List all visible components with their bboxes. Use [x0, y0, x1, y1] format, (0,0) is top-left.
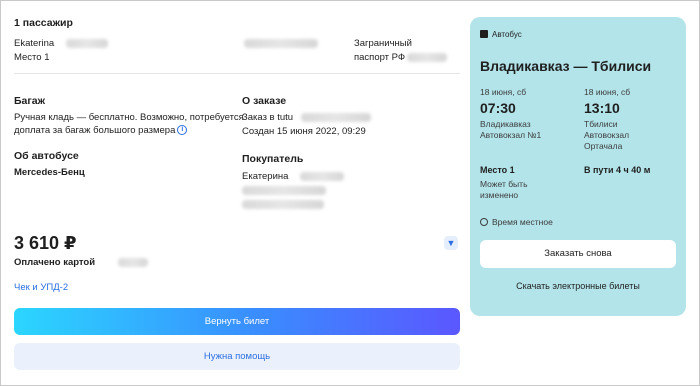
trip-card: Автобус Владикавказ — Тбилиси 18 июня, с…	[470, 17, 686, 316]
seat-note-line1: Может быть	[480, 179, 528, 189]
order-details: 1 пассажир Ekaterina Заграничный Место 1…	[14, 0, 460, 386]
buyer-email-blurred	[242, 186, 326, 195]
local-time-note: Время местное	[480, 217, 553, 228]
order-again-button[interactable]: Заказать снова	[480, 240, 676, 268]
baggage-header: Багаж	[14, 95, 46, 107]
divider	[14, 73, 460, 74]
baggage-line2-text: доплата за багаж большого размера	[14, 125, 176, 136]
departure-city: Владикавказ	[480, 119, 531, 129]
order-number-blurred	[301, 113, 371, 122]
clock-icon	[480, 218, 488, 226]
route-title: Владикавказ — Тбилиси	[480, 58, 652, 74]
buyer-surname-blurred	[300, 172, 344, 181]
buyer-header: Покупатель	[242, 153, 304, 165]
order-price: 3 610 ₽	[14, 233, 77, 253]
passenger-seat: Место 1	[14, 52, 50, 63]
card-number-blurred	[118, 258, 148, 267]
seat-note-line2: изменено	[480, 190, 519, 200]
arrival-city: Тбилиси	[584, 119, 618, 129]
buyer-phone-blurred	[242, 200, 324, 209]
arrival-time: 13:10	[584, 100, 620, 116]
document-type-line2: паспорт РФ	[354, 52, 406, 63]
departure-station: Автовокзал №1	[480, 130, 542, 140]
passenger-birthdate-blurred	[244, 39, 318, 48]
bus-header: Об автобусе	[14, 150, 79, 162]
arrival-date: 18 июня, сб	[584, 87, 631, 97]
arrival-station-line2: Ортачала	[584, 141, 623, 151]
trip-duration: В пути 4 ч 40 м	[584, 165, 651, 175]
need-help-button[interactable]: Нужна помощь	[14, 343, 460, 370]
bus-icon	[480, 30, 488, 38]
order-created: Создан 15 июня 2022, 09:29	[242, 126, 366, 137]
bus-model: Mercedes-Бенц	[14, 167, 85, 178]
chevron-down-icon[interactable]: ▼	[444, 236, 458, 250]
return-ticket-button[interactable]: Вернуть билет	[14, 308, 460, 335]
passenger-surname-blurred	[66, 39, 108, 48]
bus-badge: Автобус	[480, 30, 522, 40]
bus-badge-label: Автобус	[492, 30, 522, 39]
card-seat: Место 1	[480, 165, 515, 175]
receipt-link[interactable]: Чек и УПД-2	[14, 281, 68, 294]
departure-date: 18 июня, сб	[480, 87, 527, 97]
download-tickets-link[interactable]: Скачать электронные билеты	[480, 280, 676, 292]
baggage-line1: Ручная кладь — бесплатно. Возможно, потр…	[14, 112, 244, 123]
buyer-name: Екатерина	[242, 171, 289, 182]
departure-time: 07:30	[480, 100, 516, 116]
arrival-station: Автовокзал	[584, 130, 630, 140]
passenger-name: Ekaterina	[14, 38, 55, 49]
info-icon[interactable]: i	[177, 125, 188, 136]
passenger-header: 1 пассажир	[14, 17, 73, 29]
order-number-label: Заказ в tutu	[242, 112, 294, 123]
local-time-label: Время местное	[492, 217, 553, 227]
document-type-line1: Заграничный	[354, 38, 412, 49]
paid-by-card: Оплачено картой	[14, 257, 96, 268]
order-header: О заказе	[242, 95, 287, 107]
baggage-line2: доплата за багаж большого размера i	[14, 124, 188, 137]
document-number-blurred	[407, 53, 447, 62]
